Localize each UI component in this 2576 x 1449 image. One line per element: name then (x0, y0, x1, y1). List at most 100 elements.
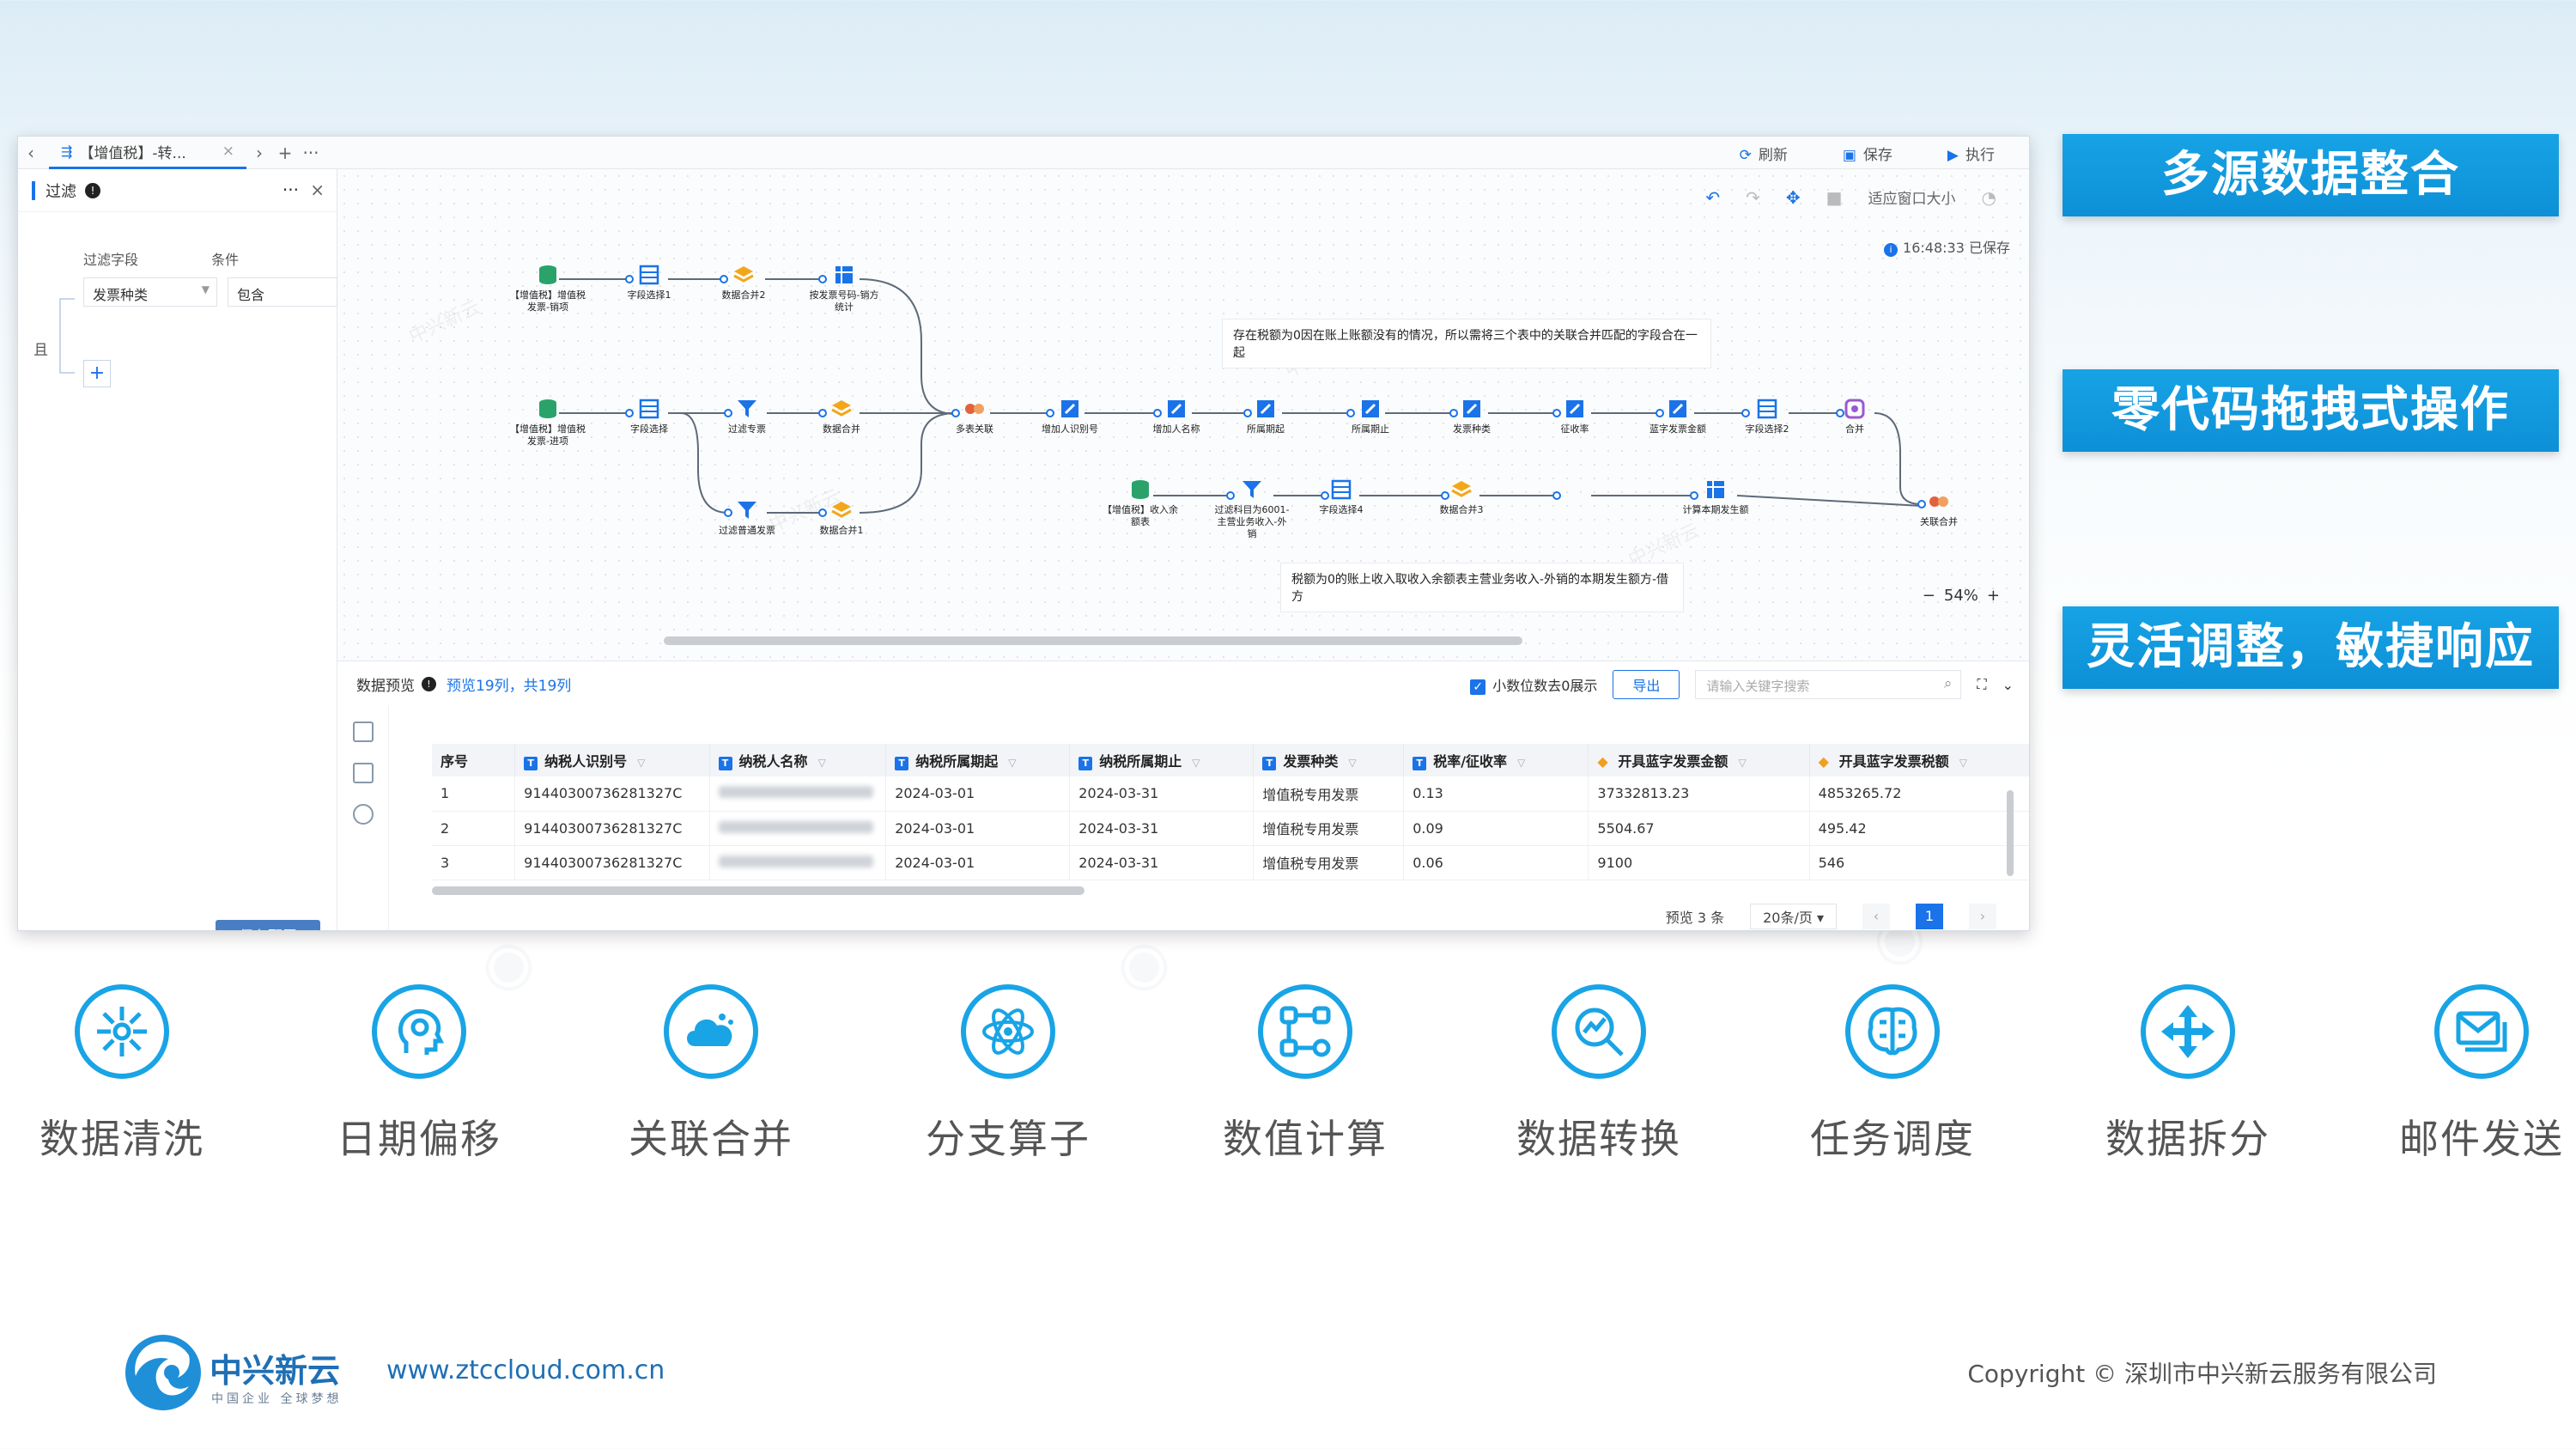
workflow-node[interactable]: 字段选择1 (611, 264, 688, 301)
zoom-out-icon[interactable]: − (1923, 587, 1935, 605)
workflow-node[interactable]: 发票种类 (1433, 398, 1510, 435)
fullscreen-icon[interactable]: ⛶ (1977, 676, 1986, 693)
move-icon[interactable]: ✥ (1786, 187, 1801, 208)
canvas-scrollbar[interactable] (664, 636, 1522, 645)
search-icon[interactable]: ⌕ (1944, 675, 1953, 692)
filter-icon[interactable]: ▽ (1738, 757, 1746, 769)
fit-window-button[interactable]: 适应窗口大小 (1868, 186, 1956, 208)
tab-label: 【增值税】-转... (79, 144, 186, 162)
workflow-node[interactable]: 【增值税】收入余额表 (1102, 478, 1179, 528)
search-input[interactable]: 请输入关键字搜索 ⌕ (1695, 670, 1962, 699)
workflow-node[interactable]: 【增值税】增值税发票-进项 (509, 398, 586, 447)
workflow-node[interactable]: 增加人识别号 (1031, 398, 1109, 435)
workflow-node[interactable]: 【增值税】增值税发票-销项 (509, 264, 586, 314)
undo-icon[interactable]: ↶ (1705, 187, 1720, 208)
workflow-node[interactable]: 所属期起 (1227, 398, 1304, 435)
table-row[interactable]: 2 9144030073628​1327C 2024-03-01 2024-03… (432, 811, 2029, 846)
collapse-icon[interactable]: ⌄ (2002, 677, 2014, 693)
close-icon[interactable]: × (310, 180, 325, 200)
column-header[interactable]: T 纳税人名称 ▽ (709, 744, 887, 776)
filter-icon[interactable]: ▽ (637, 757, 645, 769)
workflow-node[interactable]: 增加人名称 (1138, 398, 1215, 435)
zoom-in-icon[interactable]: + (1987, 587, 2000, 605)
chart-view-icon[interactable] (352, 763, 374, 783)
column-header[interactable]: T 纳税所属期起 ▽ (885, 744, 1071, 776)
table-horizontal-scrollbar[interactable] (432, 886, 1084, 895)
workflow-node[interactable]: 过滤科目为6001-主营业务收入-外销 (1213, 478, 1291, 539)
website-link[interactable]: www.ztccloud.com.cn (386, 1355, 665, 1385)
table-row[interactable]: 3 9144030073628​1327C 2024-03-01 2024-03… (432, 845, 2029, 880)
filter-field-select[interactable]: 发票种类 ▼ (83, 277, 217, 307)
info-icon: i (1884, 243, 1899, 257)
next-page-button[interactable]: › (1969, 904, 1996, 929)
filter-icon[interactable]: ▽ (1348, 757, 1356, 769)
filter-icon[interactable]: ▽ (1008, 757, 1016, 769)
logic-label[interactable]: 且 (33, 338, 48, 359)
preview-table: 序号 T 纳税人识别号 ▽ T 纳税人名称 ▽ T 纳税所属期起 ▽ T 纳税所属期止 ▽ T发… (432, 744, 2029, 880)
workflow-node[interactable]: 所属期止 (1332, 398, 1409, 435)
more-icon[interactable]: ··· (298, 143, 324, 163)
filter-icon[interactable]: ▽ (1517, 757, 1525, 769)
workflow-node[interactable]: 数据合并1 (803, 499, 880, 537)
workflow-node[interactable]: 多表关联 (936, 398, 1013, 435)
chevron-right-icon[interactable]: › (246, 143, 272, 163)
more-icon[interactable]: ··· (283, 180, 299, 200)
workflow-node[interactable]: 字段选择 (611, 398, 688, 435)
refresh-button[interactable]: ⟳ 刷新 (1740, 143, 1788, 164)
page-button-current[interactable]: 1 (1916, 904, 1943, 929)
decimal-checkbox[interactable]: ✓ 小数位数去0展示 (1470, 674, 1597, 695)
add-tab-icon[interactable]: + (272, 143, 298, 163)
filter-icon[interactable]: ▽ (818, 757, 826, 769)
workflow-node[interactable]: 蓝字发票金额 (1639, 398, 1716, 435)
close-icon[interactable]: × (222, 143, 234, 160)
history-icon[interactable] (352, 804, 374, 825)
workflow-node[interactable]: 数据合并3 (1423, 478, 1500, 516)
workflow-node[interactable]: 数据合并2 (705, 264, 782, 301)
text-type-icon: T (718, 757, 732, 770)
database-icon (539, 399, 556, 418)
lock-icon[interactable]: ■ (1826, 187, 1843, 208)
workflow-node[interactable]: 数据合并 (803, 398, 880, 435)
column-header[interactable]: T 税率/征收率 ▽ (1403, 744, 1589, 776)
workflow-node[interactable]: 字段选择4 (1303, 478, 1380, 516)
info-icon[interactable]: ! (85, 182, 100, 198)
run-button[interactable]: ▶ 执行 (1947, 143, 1995, 164)
column-header[interactable]: T 纳税人识别号 ▽ (514, 744, 710, 776)
export-button[interactable]: 导出 (1613, 670, 1680, 699)
save-button[interactable]: ▣ 保存 (1843, 143, 1893, 164)
filter-condition-select[interactable]: 包含 (228, 277, 337, 307)
workflow-node-selected[interactable]: 过滤专票 (696, 381, 798, 473)
add-condition-button[interactable]: + (83, 360, 111, 387)
canvas-note[interactable]: 税额为0的账上收入取收入余额表主营业务收入-外销的本期发生额方-借方 (1280, 563, 1684, 612)
workflow-node[interactable]: 合并 (1816, 398, 1893, 435)
clock-icon[interactable]: ◔ (1982, 187, 1996, 208)
capability-item: 日期偏移 (307, 984, 531, 1165)
tab-workflow[interactable]: ⇶ 【增值税】-转... × (49, 137, 246, 169)
workflow-node[interactable]: 征收率 (1536, 398, 1613, 435)
filter-icon[interactable]: ▽ (1192, 757, 1200, 769)
page-size-select[interactable]: 20条/页 ▾ (1750, 904, 1837, 929)
canvas-note[interactable]: 存在税额为0因在账上账额没有的情况，所以需将三个表中的关联合并匹配的字段合在一起 (1222, 319, 1711, 368)
table-row[interactable]: 1 9144030073628​1327C 2024-03-01 2024-03… (432, 776, 2029, 812)
table-view-icon[interactable] (352, 721, 374, 742)
column-header[interactable]: T 发票种类 ▽ (1253, 744, 1405, 776)
workflow-node[interactable]: 关联合并 (1900, 490, 1978, 528)
prev-page-button[interactable]: ‹ (1862, 904, 1890, 929)
redo-icon[interactable]: ↷ (1746, 187, 1760, 208)
capability-item: 分支算子 (896, 984, 1120, 1165)
column-header[interactable]: ◆ 开具蓝字发票税额 ▽ (1809, 744, 2029, 776)
column-header[interactable]: ◆ 开具蓝字发票金额 ▽ (1588, 744, 1810, 776)
workflow-node[interactable]: 计算本期发生额 (1677, 478, 1754, 516)
column-header[interactable]: T 纳税所属期止 ▽ (1069, 744, 1255, 776)
workflow-node[interactable]: 按发票号码-销方统计 (805, 264, 883, 314)
workflow-node[interactable]: 字段选择2 (1728, 398, 1806, 435)
table-vertical-scrollbar[interactable] (2007, 790, 2014, 876)
column-header[interactable]: 序号 (432, 744, 516, 776)
check-icon: ✓ (1470, 679, 1486, 695)
workflow-node[interactable]: 过滤普通发票 (708, 499, 786, 537)
back-icon[interactable]: ‹ (18, 143, 44, 163)
save-config-button[interactable]: 保存配置 (216, 920, 320, 930)
filter-icon[interactable]: ▽ (1959, 757, 1967, 769)
workflow-canvas[interactable]: 中兴新云 中兴新云 中兴新云 中兴新云 (337, 169, 2029, 661)
info-icon[interactable]: ! (422, 676, 436, 691)
